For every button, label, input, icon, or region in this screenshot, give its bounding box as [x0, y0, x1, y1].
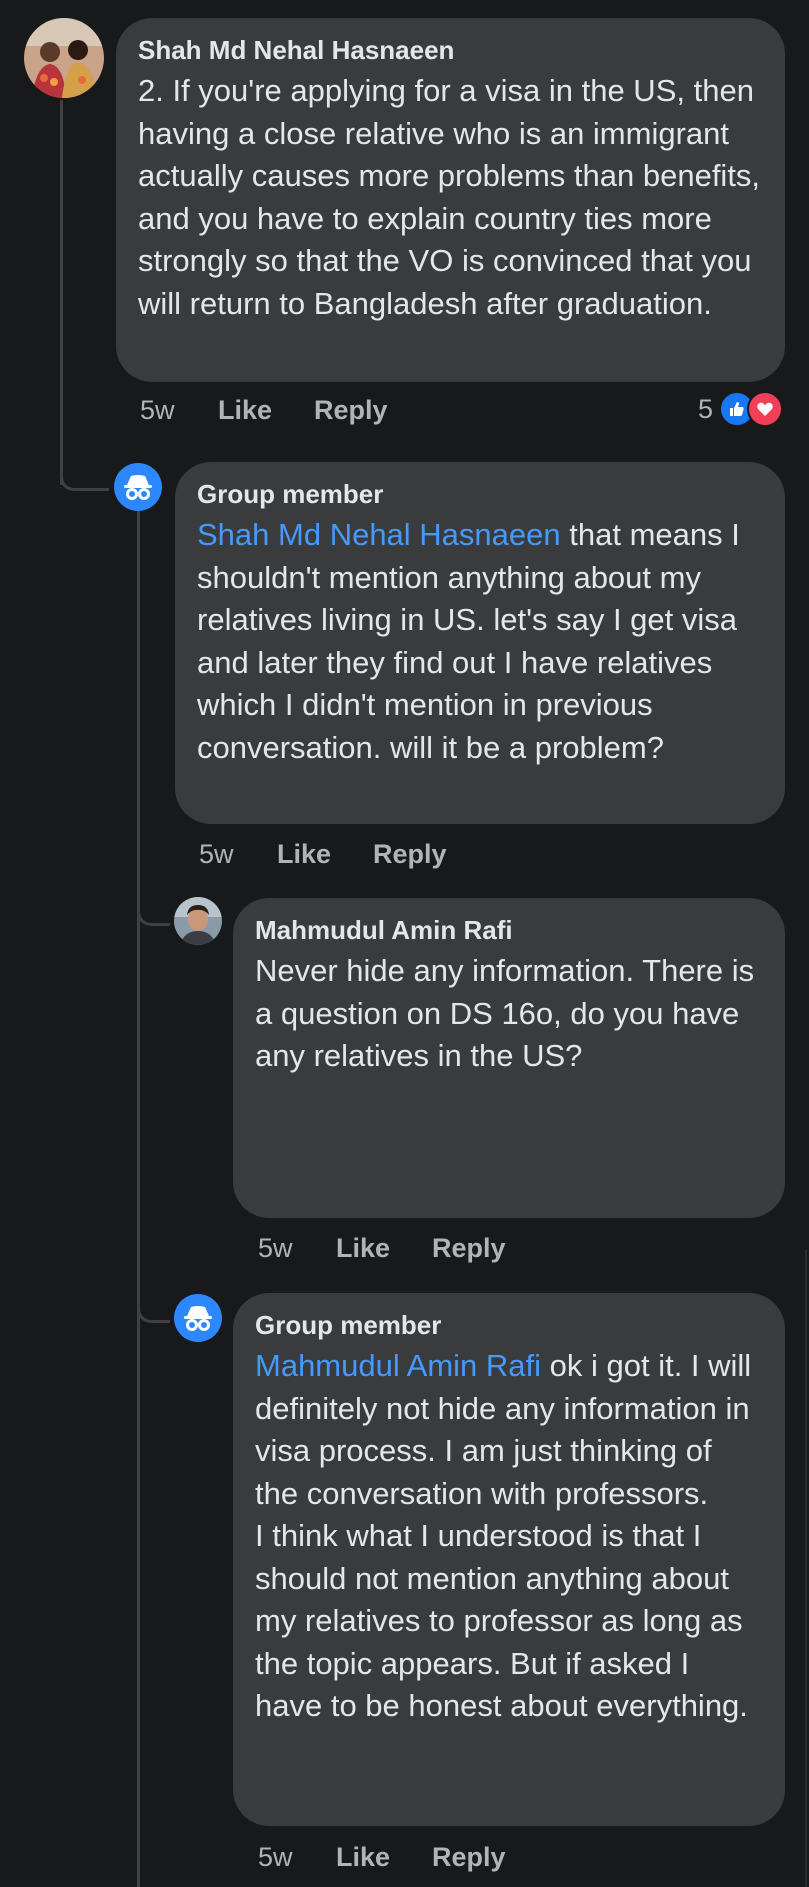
- comment-body: that means I shouldn't mention anything …: [197, 517, 749, 765]
- avatar[interactable]: [174, 1294, 222, 1342]
- avatar[interactable]: [24, 18, 104, 98]
- comment-timestamp[interactable]: 5w: [199, 839, 277, 870]
- profile-photo: [174, 897, 222, 945]
- mention-link[interactable]: Mahmudul Amin Rafi: [255, 1348, 541, 1383]
- scroll-edge: [805, 1250, 807, 1887]
- comment-bubble: Mahmudul Amin Rafi Never hide any inform…: [233, 898, 785, 1218]
- comment-author[interactable]: Mahmudul Amin Rafi: [255, 914, 763, 946]
- comment-text: Mahmudul Amin Rafi ok i got it. I will d…: [255, 1345, 763, 1728]
- comment-text: 2. If you're applying for a visa in the …: [138, 73, 769, 321]
- like-button[interactable]: Like: [218, 395, 314, 426]
- comment-text: Never hide any information. There is a q…: [255, 953, 763, 1073]
- reply-button[interactable]: Reply: [373, 839, 447, 870]
- comment-author[interactable]: Group member: [197, 478, 763, 510]
- like-button[interactable]: Like: [277, 839, 373, 870]
- comment-actions: 5w Like Reply: [199, 839, 447, 870]
- anonymous-member-icon: [124, 475, 152, 500]
- thread-connector-1: [60, 470, 109, 491]
- like-button[interactable]: Like: [336, 1233, 432, 1264]
- comment-bubble: Shah Md Nehal Hasnaeen 2. If you're appl…: [116, 18, 785, 382]
- thread-line-group: [137, 510, 140, 1887]
- comment-bubble: Group member Mahmudul Amin Rafi ok i got…: [233, 1293, 785, 1826]
- avatar[interactable]: [174, 897, 222, 945]
- love-reaction-icon: [747, 391, 784, 427]
- comment-text: Shah Md Nehal Hasnaeen that means I shou…: [197, 514, 763, 769]
- profile-photo: [24, 18, 104, 98]
- reaction-summary[interactable]: 5: [698, 391, 784, 427]
- reply-button[interactable]: Reply: [314, 395, 388, 426]
- thread-connector-3: [137, 1302, 170, 1323]
- comment-timestamp[interactable]: 5w: [258, 1842, 336, 1873]
- comment-body: ok i got it. I will definitely not hide …: [255, 1348, 752, 1723]
- reply-button[interactable]: Reply: [432, 1842, 506, 1873]
- thread-line-main: [60, 100, 63, 485]
- comment-timestamp[interactable]: 5w: [140, 395, 218, 426]
- comment-bubble: Group member Shah Md Nehal Hasnaeen that…: [175, 462, 785, 824]
- comment-actions: 5w Like Reply: [140, 395, 388, 426]
- thread-connector-2: [137, 905, 170, 926]
- comment-author[interactable]: Shah Md Nehal Hasnaeen: [138, 34, 763, 66]
- comment-author[interactable]: Group member: [255, 1309, 763, 1341]
- reply-button[interactable]: Reply: [432, 1233, 506, 1264]
- mention-link[interactable]: Shah Md Nehal Hasnaeen: [197, 517, 561, 552]
- avatar[interactable]: [114, 463, 162, 511]
- reaction-count: 5: [698, 393, 714, 424]
- comment-actions: 5w Like Reply: [258, 1842, 506, 1873]
- like-button[interactable]: Like: [336, 1842, 432, 1873]
- comment-timestamp[interactable]: 5w: [258, 1233, 336, 1264]
- anonymous-member-icon: [184, 1306, 212, 1331]
- comment-actions: 5w Like Reply: [258, 1233, 506, 1264]
